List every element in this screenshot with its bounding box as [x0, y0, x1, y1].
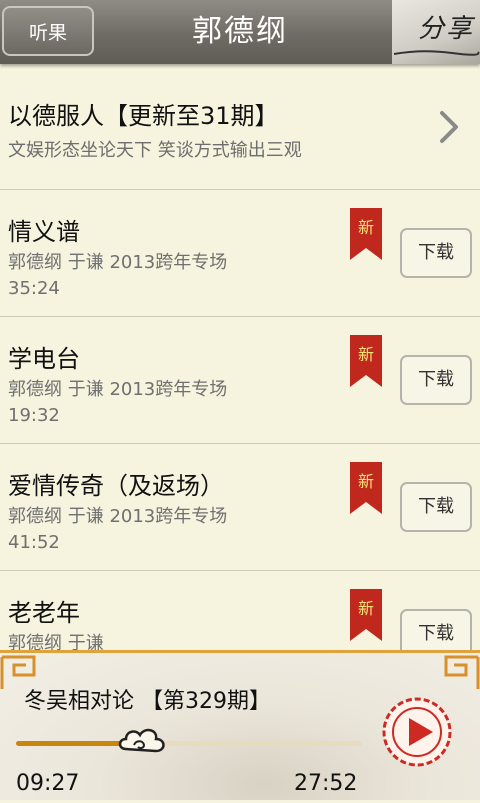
share-button[interactable]: 分享: [392, 0, 480, 64]
episode-title: 情义谱: [8, 218, 80, 246]
episode-subtitle: 郭德纲 于谦 2013跨年专场: [8, 252, 228, 273]
episode-title: 老老年: [8, 599, 80, 627]
new-badge-icon: 新: [350, 208, 382, 260]
share-label: 分享: [417, 14, 474, 44]
now-playing-panel: 冬吴相对论 【第329期】 09:27 27:52: [0, 650, 480, 800]
download-button[interactable]: 下载: [400, 482, 472, 532]
cloud-knob-icon[interactable]: [116, 725, 168, 759]
new-badge-label: 新: [358, 218, 374, 237]
new-badge-icon: 新: [350, 589, 382, 641]
episode-duration: 41:52: [8, 532, 60, 553]
new-badge-label: 新: [358, 472, 374, 491]
episode-row[interactable]: 学电台 郭德纲 于谦 2013跨年专场 19:32 新 下载: [0, 317, 480, 444]
new-badge-label: 新: [358, 345, 374, 364]
episode-duration: 19:32: [8, 405, 60, 426]
series-row[interactable]: 以德服人【更新至31期】 文娱形态坐论天下 笑谈方式输出三观: [0, 64, 480, 190]
series-title: 以德服人【更新至31期】: [8, 102, 279, 130]
back-button[interactable]: 听果: [2, 6, 94, 56]
episode-title: 爱情传奇（及返场）: [8, 472, 224, 500]
new-badge-icon: 新: [350, 335, 382, 387]
chevron-right-icon: [440, 111, 458, 143]
episode-duration: 35:24: [8, 278, 60, 299]
new-badge-label: 新: [358, 599, 374, 618]
episode-subtitle: 郭德纲 于谦 2013跨年专场: [8, 506, 228, 527]
new-badge-icon: 新: [350, 462, 382, 514]
now-playing-title: 冬吴相对论 【第329期】: [24, 689, 271, 714]
current-time: 09:27: [16, 771, 80, 796]
total-time: 27:52: [294, 771, 358, 796]
page-title: 郭德纲: [192, 14, 288, 49]
episode-subtitle: 郭德纲 于谦 2013跨年专场: [8, 379, 228, 400]
progress-bar[interactable]: [16, 741, 362, 746]
series-subtitle: 文娱形态坐论天下 笑谈方式输出三观: [8, 140, 302, 161]
app-header: 听果 郭德纲 分享: [0, 0, 480, 64]
play-button[interactable]: [378, 693, 456, 771]
episode-row[interactable]: 爱情传奇（及返场） 郭德纲 于谦 2013跨年专场 41:52 新 下载: [0, 444, 480, 571]
episode-row[interactable]: 情义谱 郭德纲 于谦 2013跨年专场 35:24 新 下载: [0, 190, 480, 317]
episode-title: 学电台: [8, 345, 80, 373]
episode-list: 情义谱 郭德纲 于谦 2013跨年专场 35:24 新 下载 学电台 郭德纲 于…: [0, 190, 480, 698]
brush-stroke-icon: [393, 50, 480, 56]
download-button[interactable]: 下载: [400, 228, 472, 278]
download-button[interactable]: 下载: [400, 355, 472, 405]
